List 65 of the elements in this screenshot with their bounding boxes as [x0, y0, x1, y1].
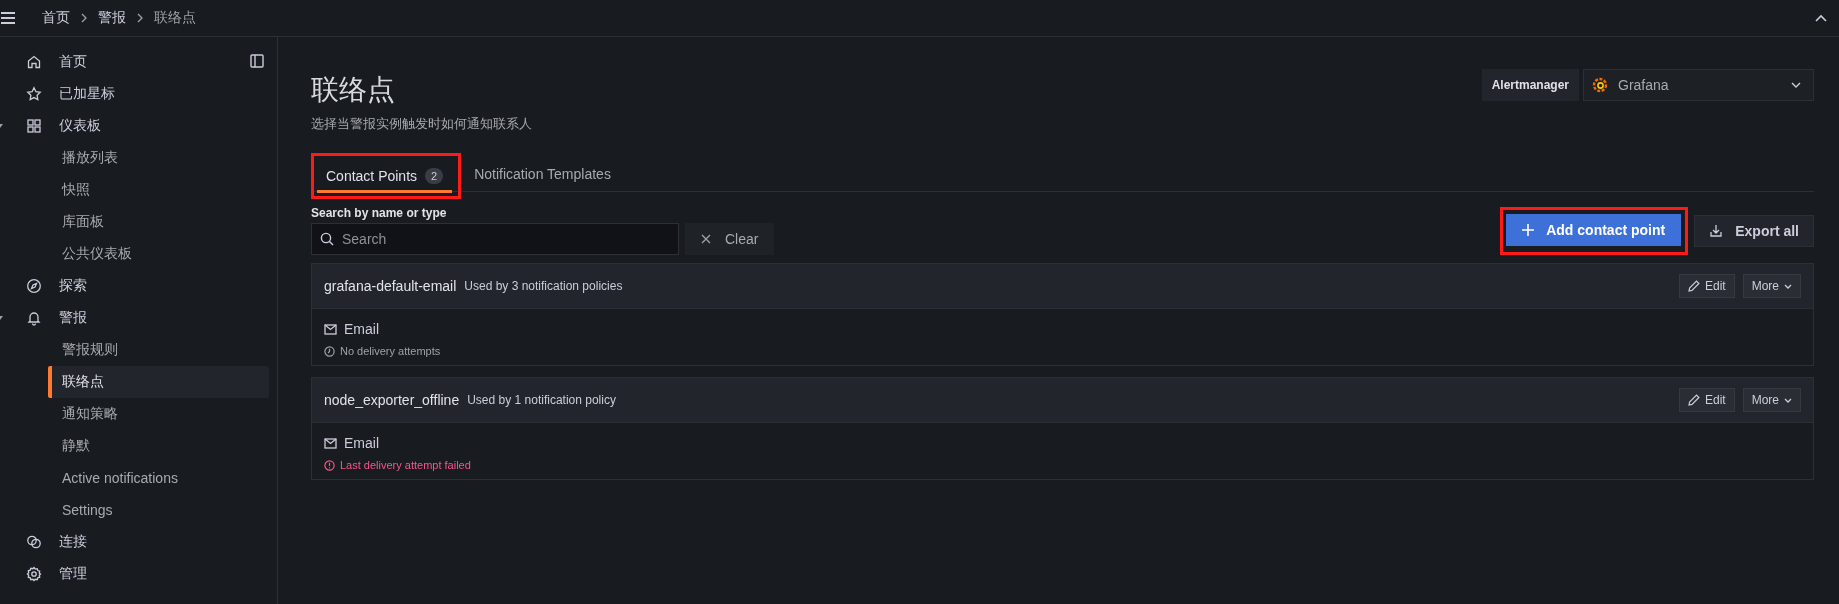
page-title: 联络点: [311, 73, 396, 107]
add-contact-point-button[interactable]: Add contact point: [1506, 214, 1682, 246]
integration-label: Email: [344, 435, 379, 451]
nav-item[interactable]: 静默: [48, 430, 269, 462]
menu-icon[interactable]: [0, 11, 16, 25]
pencil-icon: [1687, 394, 1700, 406]
nav-item[interactable]: 探索: [0, 270, 87, 302]
usage-text: Used by 1 notification policy: [467, 393, 616, 407]
nav-item[interactable]: 库面板: [48, 206, 269, 238]
clear-button[interactable]: Clear: [685, 223, 775, 255]
chevron-down-icon: [1784, 397, 1792, 403]
nav-item[interactable]: 管理: [0, 558, 87, 590]
nav-item[interactable]: 公共仪表板: [48, 238, 269, 270]
nav-item[interactable]: Settings: [48, 494, 269, 526]
breadcrumb-link[interactable]: 首页: [42, 9, 70, 27]
spiral-logo-icon: [1592, 77, 1608, 93]
edit-button[interactable]: Edit: [1678, 274, 1735, 298]
chevron-up-icon[interactable]: [1815, 14, 1827, 22]
delivery-status: Last delivery attempt failed: [340, 459, 471, 471]
tab[interactable]: Contact Points 2: [317, 159, 453, 193]
home-icon: [26, 54, 42, 70]
nav-item[interactable]: 通知策略: [48, 398, 269, 430]
chevron-down-icon: [1784, 283, 1792, 289]
nav-item[interactable]: 快照: [48, 174, 269, 206]
delivery-status: No delivery attempts: [340, 345, 441, 357]
close-icon: [701, 234, 711, 244]
export-button[interactable]: Export all: [1694, 215, 1814, 247]
nav-item[interactable]: 已加星标: [0, 78, 115, 110]
contact-point-name: node_exporter_offline: [324, 392, 460, 408]
tab[interactable]: Notification Templates: [465, 157, 620, 191]
dock-icon[interactable]: [250, 54, 264, 68]
search-icon: [320, 232, 334, 246]
bell-icon: [26, 310, 42, 326]
integration-label: Email: [344, 321, 379, 337]
nav-item[interactable]: 联络点: [48, 366, 269, 398]
usage-text: Used by 3 notification policies: [464, 279, 623, 293]
page-subtitle: 选择当警报实例触发时如何通知联系人: [311, 115, 532, 133]
breadcrumb-link[interactable]: 联络点: [154, 9, 196, 27]
download-icon: [1709, 224, 1724, 238]
pencil-icon: [1687, 280, 1700, 292]
nav-item[interactable]: 播放列表: [48, 142, 269, 174]
more-button[interactable]: More: [1742, 388, 1801, 412]
nav-item[interactable]: 连接: [0, 526, 87, 558]
nav-item[interactable]: 警报: [0, 302, 87, 334]
envelope-icon: [324, 437, 337, 449]
more-button[interactable]: More: [1742, 274, 1801, 298]
plus-icon: [1522, 224, 1535, 236]
chevron-down-icon: [1791, 82, 1801, 88]
star-icon: [26, 86, 42, 102]
nav-item[interactable]: 仪表板: [0, 110, 101, 142]
envelope-icon: [324, 323, 337, 335]
edit-button[interactable]: Edit: [1678, 388, 1735, 412]
gear-icon: [26, 566, 42, 582]
alertmanager-select[interactable]: Grafana: [1583, 69, 1814, 101]
search-label: Search by name or type: [311, 206, 448, 220]
breadcrumb-link[interactable]: 警报: [98, 9, 126, 27]
grid-icon: [26, 118, 42, 134]
search-field[interactable]: Search: [311, 223, 679, 255]
nav-item[interactable]: Active notifications: [48, 462, 269, 494]
compass-icon: [26, 278, 42, 294]
circles-icon: [26, 534, 42, 550]
alertmanager-label: Alertmanager: [1481, 69, 1579, 101]
contact-point-name: grafana-default-email: [324, 278, 457, 294]
nav-item[interactable]: 警报规则: [48, 334, 269, 366]
nav-item[interactable]: 首页: [0, 46, 87, 78]
